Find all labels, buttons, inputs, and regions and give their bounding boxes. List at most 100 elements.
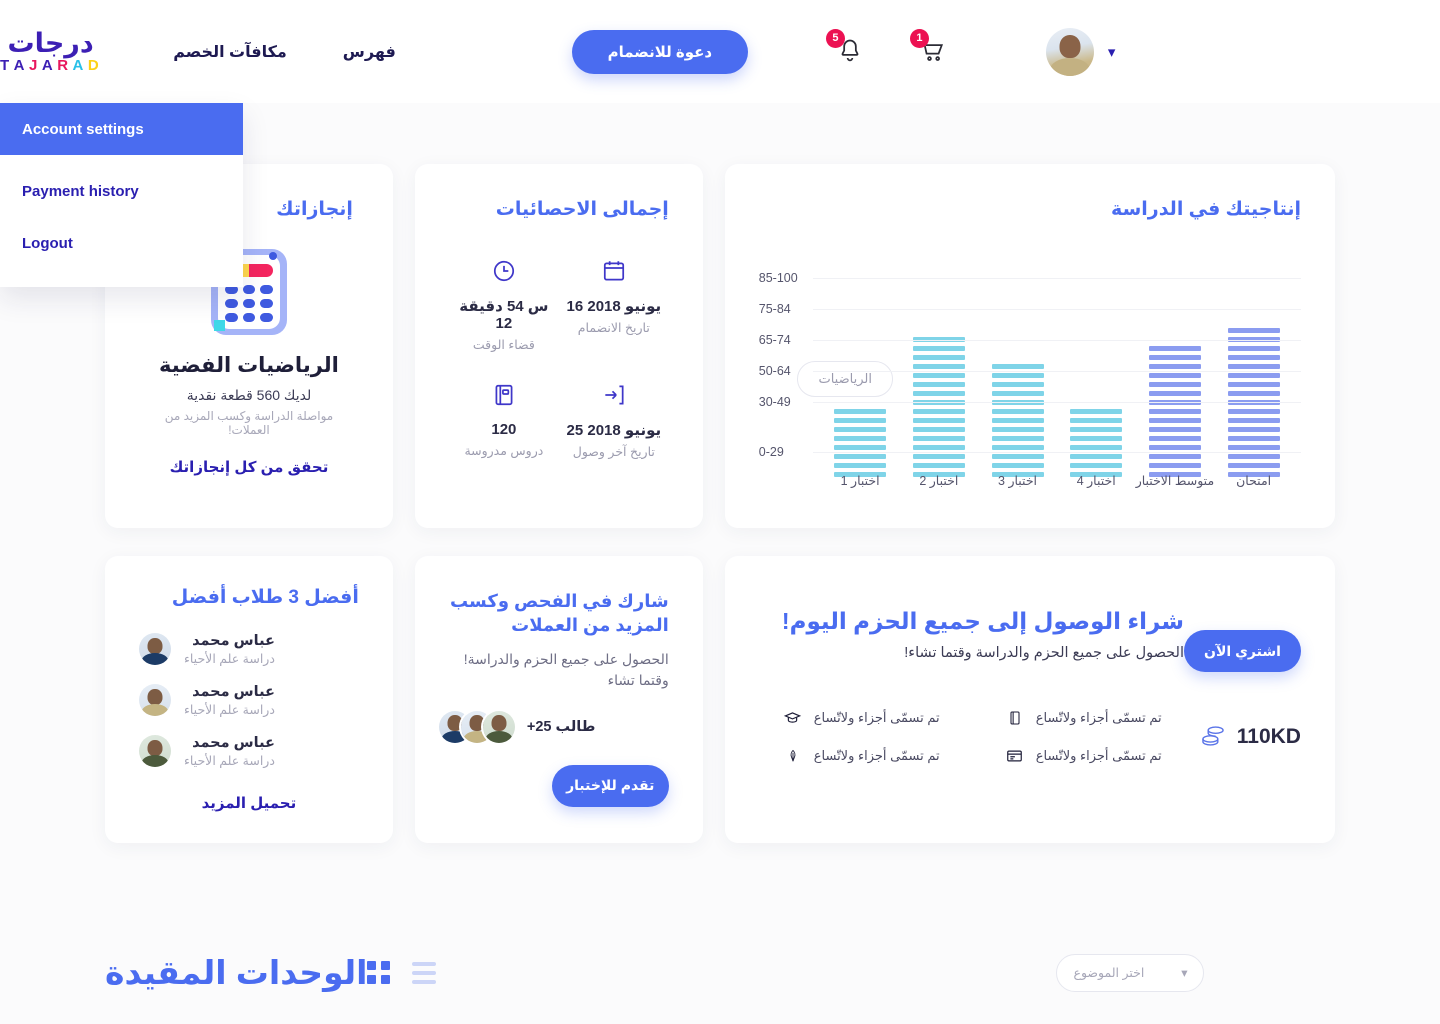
chart-x-tick-label: اختبار 3 <box>998 473 1038 488</box>
feather-icon <box>783 746 803 766</box>
logo-letter: D <box>87 57 102 74</box>
chart-x-tick-label: اختبار 4 <box>1076 473 1116 488</box>
chart-bar <box>912 336 965 477</box>
nav-link-index[interactable]: فهرس <box>343 42 396 62</box>
menu-item-payment-history[interactable]: Payment history <box>0 165 243 217</box>
logo-letter: A <box>41 57 56 74</box>
top-students-title: أفضل 3 طلاب أفضل <box>171 587 359 608</box>
buy-now-button[interactable]: اشتري الآن <box>1183 630 1301 672</box>
student-subject: دراسة علم الأحياء <box>184 753 275 768</box>
top-students-card: أفضل 3 طلاب أفضل عباس محمد دراسة علم الأ… <box>105 556 393 843</box>
chart-title: إنتاجيتك في الدراسة <box>1111 199 1301 220</box>
feature-item: تم تسمّى أجزاء ولاتّساع <box>1005 708 1199 728</box>
invite-to-join-button[interactable]: دعوة للانضمام <box>571 29 748 74</box>
notifications-bell[interactable]: 5 <box>825 28 864 67</box>
chart-y-tick-label: 65-74 <box>758 333 791 348</box>
achievement-coins-text: لديك 560 قطعة نقدية <box>186 386 312 403</box>
feature-text: تم تسمّى أجزاء ولاتّساع <box>1035 748 1162 763</box>
achievement-badge-name: الرياضيات الفضية <box>159 353 339 377</box>
chart-x-tick-label: اختبار 2 <box>919 473 959 488</box>
achievement-hint: مواصلة الدراسة وكسب المزيد من العملات! <box>164 408 334 437</box>
cart-count-badge: 1 <box>909 28 929 48</box>
student-subject: دراسة علم الأحياء <box>184 651 275 666</box>
avatar <box>482 710 515 743</box>
login-arrow-icon <box>559 378 669 412</box>
load-more-link[interactable]: تحميل المزيد <box>139 794 359 812</box>
feature-text: تم تسمّى أجزاء ولاتّساع <box>813 710 940 725</box>
chevron-down-icon: ▾ <box>1107 43 1116 61</box>
students-list: عباس محمد دراسة علم الأحياء عباس محمد در… <box>139 633 359 768</box>
top-header: درجات D A R A J A T مكافآت الخصم فهرس دع… <box>0 0 1440 103</box>
check-achievements-link[interactable]: تحقق من كل إنجازاتك <box>145 458 353 476</box>
features-grid: تم تسمّى أجزاء ولاتّساع تم تسمّى أجزاء و… <box>759 708 1199 766</box>
grid-view-icon[interactable] <box>367 961 391 984</box>
student-subject: دراسة علم الأحياء <box>184 702 275 717</box>
chart-y-tick-label: 85-100 <box>758 271 798 286</box>
avatar <box>139 633 171 666</box>
chart-gridline <box>812 401 1301 403</box>
subject-select[interactable]: اختر الموضوع ▾ <box>1056 953 1205 992</box>
feature-item: تم تسمّى أجزاء ولاتّساع <box>1005 746 1199 766</box>
avatar <box>139 684 171 717</box>
stat-label: تاريخ آخر وصول <box>572 444 655 459</box>
student-name: عباس محمد <box>192 683 275 700</box>
apply-for-exam-button[interactable]: تقدم للإختبار <box>551 764 669 807</box>
card-icon <box>1005 746 1025 766</box>
main-navigation: مكافآت الخصم فهرس <box>173 42 396 62</box>
list-item[interactable]: عباس محمد دراسة علم الأحياء <box>139 735 359 768</box>
chart-x-tick-label: متوسط الاختبار <box>1135 473 1215 488</box>
exam-promo-subtitle: الحصول على جميع الحزم والدراسة! وقتما تش… <box>463 650 669 688</box>
list-item[interactable]: عباس محمد دراسة علم الأحياء <box>139 684 359 717</box>
header-icon-group: 5 1 <box>825 28 948 67</box>
page-title: الوحدات المقيدة <box>105 954 368 991</box>
student-name: عباس محمد <box>192 734 275 751</box>
calendar-icon <box>559 254 669 288</box>
chart-bar-column <box>821 408 900 477</box>
avatar <box>139 735 171 768</box>
chart-bar-column <box>1136 345 1215 477</box>
stat-join-date: يونيو 2018 16 تاريخ الانضمام <box>559 254 669 352</box>
brand-logo[interactable]: درجات D A R A J A T <box>0 28 102 74</box>
chart-bar <box>1070 408 1123 477</box>
chart-bar <box>991 363 1044 477</box>
chart-gridline <box>812 452 1301 454</box>
chart-bar <box>834 408 887 477</box>
statistics-card: إجمالى الاحصائيات يونيو 2018 16 تاريخ ال… <box>414 164 703 528</box>
restricted-units-bar: الوحدات المقيدة اختر الموضوع ▾ <box>0 953 1440 992</box>
coins-icon <box>1199 723 1227 752</box>
logo-letter: J <box>29 57 40 74</box>
logo-letter: R <box>57 57 71 74</box>
avatar <box>1045 27 1094 76</box>
stat-label: قضاء الوقت <box>472 337 535 352</box>
stat-lessons-studied: 120 دروس مدروسة <box>449 378 559 459</box>
view-toggle-group <box>367 961 437 984</box>
participants-row: طالب 25+ <box>438 710 669 743</box>
statistics-grid: يونيو 2018 16 تاريخ الانضمام س 54 دقيقة … <box>449 254 669 459</box>
chart-bar-column <box>1057 408 1136 477</box>
graduation-cap-icon <box>783 708 803 728</box>
list-view-icon[interactable] <box>412 961 437 984</box>
stat-label: دروس مدروسة <box>464 443 544 458</box>
feature-text: تم تسمّى أجزاء ولاتّساع <box>813 748 940 763</box>
profile-menu-toggle[interactable]: ▾ <box>1045 27 1116 76</box>
logo-arabic-text: درجات <box>7 28 95 58</box>
list-item[interactable]: عباس محمد دراسة علم الأحياء <box>139 633 359 666</box>
logo-letter: A <box>72 57 86 74</box>
shopping-cart[interactable]: 1 <box>909 28 948 67</box>
chart-x-axis-labels: اختبار 1 اختبار 2 اختبار 3 اختبار 4 متوسط ال… <box>821 473 1293 488</box>
nav-link-discount-rewards[interactable]: مكافآت الخصم <box>173 42 287 62</box>
exam-promo-card: شارك في الفحص وكسب المزيد من العملات الح… <box>414 556 703 843</box>
menu-item-logout[interactable]: Logout <box>0 217 243 269</box>
productivity-chart-card: إنتاجيتك في الدراسة الرياضيات اختبار 1 اخ… <box>724 164 1335 528</box>
exam-promo-title: شارك في الفحص وكسب المزيد من العملات <box>449 591 669 636</box>
buy-card-title: شراء الوصول إلى جميع الحزم اليوم! <box>781 608 1184 634</box>
menu-item-account-settings[interactable]: Account settings <box>0 103 243 155</box>
chart-y-tick-label: 0-29 <box>758 445 784 460</box>
chart-bar-column <box>899 336 978 477</box>
buy-card-subtitle: الحصول على جميع الحزم والدراسة وقتما تشا… <box>904 645 1184 661</box>
students-count: طالب 25+ <box>526 718 596 735</box>
chart-bar-column <box>978 363 1057 477</box>
feature-item: تم تسمّى أجزاء ولاتّساع <box>783 708 977 728</box>
stat-value: يونيو 2018 16 <box>566 297 662 315</box>
stat-last-access: يونيو 2018 25 تاريخ آخر وصول <box>559 378 669 459</box>
